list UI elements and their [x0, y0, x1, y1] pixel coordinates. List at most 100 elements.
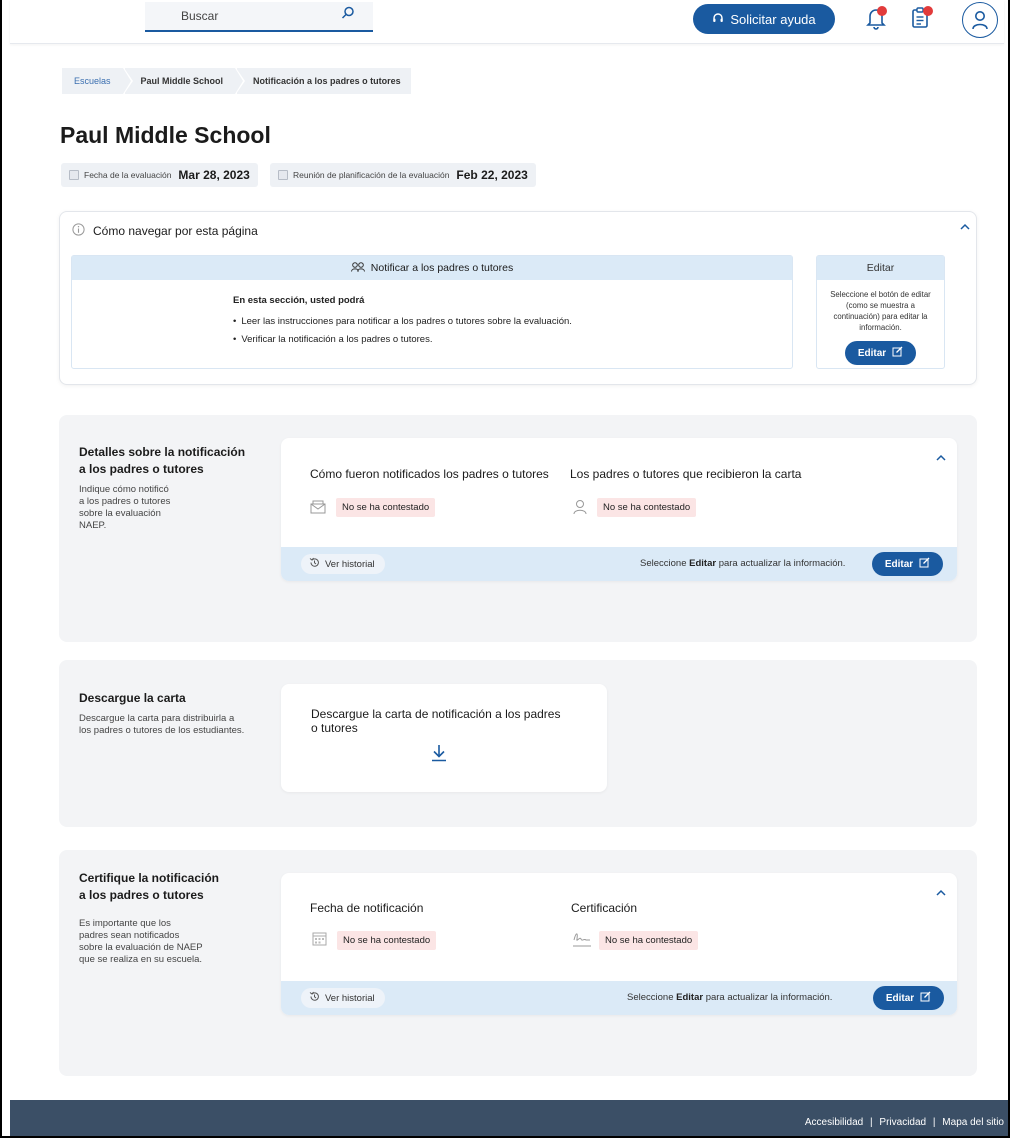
certify-section-label: Certifique la notificación a los padres … [79, 870, 269, 966]
notification-dot [923, 6, 933, 16]
site-footer: Accesibilidad | Privacidad | Mapa del si… [10, 1100, 1008, 1136]
bell-icon[interactable] [865, 6, 887, 35]
chevron-up-icon[interactable] [935, 450, 947, 468]
history-icon [309, 557, 320, 571]
edit-button-label: Editar [885, 992, 915, 1004]
edit-instructions-title: Editar [817, 256, 944, 280]
status-badge: No se ha contestado [597, 498, 697, 517]
user-avatar-button[interactable] [962, 2, 998, 38]
help-button[interactable]: Solicitar ayuda [693, 4, 835, 34]
details-section-description: Indique cómo notificó a los padres o tut… [79, 484, 171, 531]
calendar-icon [278, 170, 288, 180]
footer-link-sitemap[interactable]: Mapa del sitio [942, 1117, 1004, 1128]
notification-method-header: Cómo fueron notificados los padres o tut… [310, 467, 549, 481]
navigation-help-header: Cómo navegar por esta página [72, 223, 258, 239]
help-button-label: Solicitar ayuda [730, 11, 816, 27]
view-history-label: Ver historial [325, 558, 375, 570]
edit-instructions-box: Editar Seleccione el botón de editar (co… [816, 255, 945, 369]
certify-section-title: Certifique la notificación a los padres … [79, 871, 220, 902]
certify-card-footer: Ver historial Seleccione Editar para act… [281, 981, 957, 1015]
envelope-icon [310, 500, 326, 519]
download-section-description: Descargue la carta para distribuirla a l… [79, 713, 245, 736]
person-icon [573, 499, 587, 520]
chevron-up-icon[interactable] [959, 219, 971, 237]
view-history-label: Ver historial [325, 992, 375, 1004]
info-icon [72, 223, 85, 239]
notify-instructions-list: Leer las instrucciones para notificar a … [233, 316, 792, 345]
details-section-label: Detalles sobre la notificación a los pad… [79, 444, 269, 532]
download-section-title: Descargue la carta [79, 691, 186, 705]
breadcrumb-label: Paul Middle School [140, 76, 224, 86]
signature-icon [572, 930, 592, 953]
edit-details-button[interactable]: Editar [872, 552, 943, 576]
letter-recipients-header: Los padres o tutores que recibieron la c… [570, 467, 802, 481]
details-section: Detalles sobre la notificación a los pad… [59, 415, 977, 642]
headset-icon [712, 12, 724, 27]
status-badge: No se ha contestado [337, 931, 437, 950]
top-bar: Solicitar ayuda [10, 0, 1004, 44]
certify-card: Fecha de notificación Certificación No s… [281, 873, 957, 1015]
search-icon[interactable] [341, 6, 355, 25]
navigation-help-title: Cómo navegar por esta página [93, 224, 258, 238]
planning-meeting-value: Feb 22, 2023 [456, 168, 528, 182]
edit-icon [892, 346, 903, 360]
evaluation-date-value: Mar 28, 2023 [178, 168, 250, 182]
edit-icon [919, 557, 930, 571]
view-history-button[interactable]: Ver historial [301, 988, 385, 1008]
search-input[interactable] [145, 2, 325, 30]
notification-dot [877, 6, 887, 16]
app-frame: Solicitar ayuda Escuelas Paul Middle Sch… [0, 0, 1010, 1138]
planning-meeting-label: Reunión de planificación de la evaluació… [293, 170, 450, 180]
footer-link-privacy[interactable]: Privacidad [879, 1117, 926, 1128]
certification-header: Certificación [571, 901, 638, 915]
notify-instructions-box: Notificar a los padres o tutores En esta… [71, 255, 793, 369]
evaluation-date-chip: Fecha de la evaluación Mar 28, 2023 [61, 163, 258, 187]
footer-links: Accesibilidad | Privacidad | Mapa del si… [803, 1117, 1006, 1128]
notify-instructions-header: Notificar a los padres o tutores [72, 256, 792, 280]
status-badge: No se ha contestado [599, 931, 699, 950]
details-card-footer: Ver historial Seleccione Editar para act… [281, 547, 957, 581]
edit-instructions-text: Seleccione el botón de editar (como se m… [830, 290, 931, 332]
page-title: Paul Middle School [60, 122, 271, 148]
footer-separator: | [870, 1117, 873, 1128]
view-history-button[interactable]: Ver historial [301, 554, 385, 574]
breadcrumb: Escuelas Paul Middle School Notificación… [62, 68, 411, 94]
breadcrumb-current: Notificación a los padres o tutores [237, 68, 411, 94]
calendar-icon [312, 931, 327, 951]
chevron-up-icon[interactable] [935, 885, 947, 903]
evaluation-date-label: Fecha de la evaluación [84, 170, 172, 180]
list-item: Verificar la notificación a los padres o… [233, 334, 792, 345]
download-icon[interactable] [431, 744, 447, 767]
planning-meeting-chip: Reunión de planificación de la evaluació… [270, 163, 536, 187]
edit-icon [920, 991, 931, 1005]
details-card: Cómo fueron notificados los padres o tut… [281, 438, 957, 581]
edit-certification-button[interactable]: Editar [873, 986, 944, 1010]
download-section-label: Descargue la carta Descargue la carta pa… [79, 690, 289, 737]
clipboard-icon[interactable] [910, 6, 933, 35]
download-letter-title: Descargue la carta de notificación a los… [311, 707, 561, 735]
edit-button-label: Editar [884, 558, 914, 570]
calendar-icon [69, 170, 79, 180]
notify-instructions-intro: En esta sección, usted podrá [233, 295, 365, 306]
download-letter-card[interactable]: Descargue la carta de notificación a los… [281, 684, 607, 792]
footer-link-accessibility[interactable]: Accesibilidad [805, 1117, 863, 1128]
edit-example-button[interactable]: Editar [845, 341, 916, 365]
notify-instructions-title: Notificar a los padres o tutores [370, 262, 514, 274]
user-icon [972, 11, 988, 30]
history-icon [309, 991, 320, 1005]
people-icon [350, 261, 365, 275]
certify-section-description: Es importante que los padres sean notifi… [79, 918, 203, 965]
breadcrumb-label: Escuelas [74, 76, 111, 86]
download-section: Descargue la carta Descargue la carta pa… [59, 660, 977, 827]
breadcrumb-schools[interactable]: Escuelas [62, 68, 133, 94]
list-item: Leer las instrucciones para notificar a … [233, 316, 792, 327]
breadcrumb-school[interactable]: Paul Middle School [124, 68, 246, 94]
details-section-title: Detalles sobre la notificación a los pad… [79, 445, 246, 476]
status-badge: No se ha contestado [336, 498, 436, 517]
search-box [145, 2, 373, 32]
breadcrumb-label: Notificación a los padres o tutores [253, 76, 401, 86]
edit-hint: Seleccione Editar para actualizar la inf… [640, 558, 846, 569]
navigation-help-card: Cómo navegar por esta página Notificar a… [59, 211, 977, 385]
notification-date-header: Fecha de notificación [310, 901, 424, 915]
edit-button-label: Editar [857, 347, 887, 359]
